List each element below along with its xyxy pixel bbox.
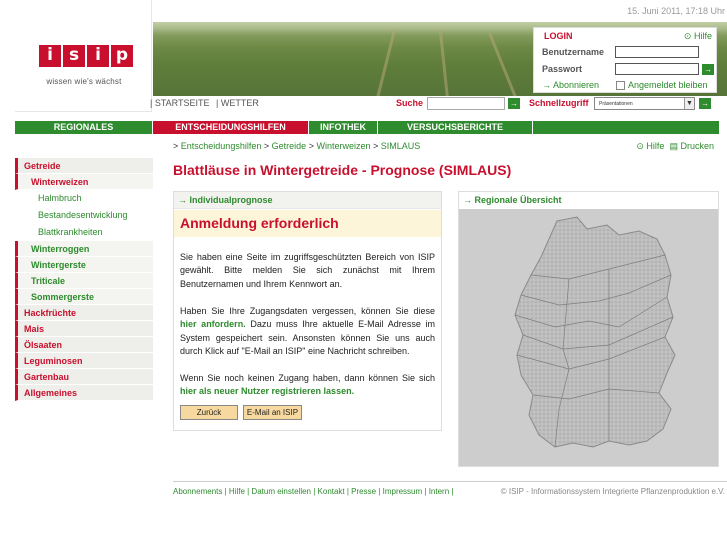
login-required-text: Sie haben eine Seite im zugriffsgeschütz… [180, 252, 435, 289]
sidebar-item-triticale[interactable]: Triticale [15, 273, 153, 289]
arrow-icon: → [463, 195, 472, 205]
checkbox-icon [616, 80, 625, 90]
logo-letter: i [39, 45, 61, 67]
startseite-link[interactable]: | STARTSEITE [150, 98, 210, 108]
login-box: LOGIN ⊙ Hilfe Benutzername Passwort → → … [533, 27, 717, 93]
login-submit-button[interactable]: → [702, 64, 714, 75]
sidebar-item-blattkrankheiten[interactable]: Blattkrankheiten [15, 224, 153, 241]
help-icon: ⊙ [683, 31, 692, 41]
search-label: Suche [396, 98, 424, 108]
nav-regionales[interactable]: REGIONALES [15, 121, 152, 134]
logo-letter: i [87, 45, 109, 67]
utility-links: ⊙ Hilfe ▤ Drucken [636, 141, 714, 152]
forgot-credentials-text: Haben Sie Ihre Zugangsdaten vergessen, k… [180, 306, 435, 356]
username-label: Benutzername [542, 47, 605, 57]
panel-title: Regionale Übersicht [474, 195, 562, 205]
footer-copyright: © ISIP - Informationssystem Integrierte … [500, 487, 725, 496]
arrow-icon: → [178, 195, 187, 205]
breadcrumb-item[interactable]: Winterweizen [316, 141, 370, 151]
login-help-link[interactable]: ⊙ Hilfe [684, 31, 712, 42]
current-date: 15. Juni 2011, 17:18 Uhr [627, 6, 725, 16]
help-link[interactable]: Hilfe [646, 141, 664, 151]
sidebar-item-winterroggen[interactable]: Winterroggen [15, 241, 153, 257]
sidebar-item-hackfruechte[interactable]: Hackfrüchte [15, 305, 153, 321]
panel-header: → Regionale Übersicht [459, 192, 718, 209]
login-help-label: Hilfe [693, 31, 712, 41]
sidebar: Getreide Winterweizen Halmbruch Bestande… [15, 158, 153, 401]
nav-empty [533, 121, 719, 134]
password-label: Passwort [542, 64, 583, 74]
nav-versuchsberichte[interactable]: VERSUCHSBERICHTE [378, 121, 532, 134]
sidebar-item-sommergerste[interactable]: Sommergerste [15, 289, 153, 305]
search-input[interactable] [427, 97, 505, 110]
wetter-link[interactable]: | WETTER [216, 98, 259, 108]
sidebar-item-mais[interactable]: Mais [15, 321, 153, 337]
regional-overview-panel: → Regionale Übersicht [458, 191, 719, 467]
chevron-down-icon: ▼ [684, 98, 694, 109]
breadcrumb: > Entscheidungshilfen > Getreide > Winte… [173, 141, 421, 151]
register-link[interactable]: hier als neuer Nutzer registrieren lasse… [180, 386, 354, 396]
remember-me-checkbox[interactable]: Angemeldet bleiben [616, 80, 708, 90]
sidebar-item-leguminosen[interactable]: Leguminosen [15, 353, 153, 369]
email-isip-button[interactable]: E-Mail an ISIP [243, 405, 302, 420]
back-button[interactable]: Zurück [180, 405, 238, 420]
germany-map[interactable] [459, 209, 718, 466]
nav-entscheidungshilfen[interactable]: ENTSCHEIDUNGSHILFEN [153, 121, 308, 134]
subscribe-label: Abonnieren [553, 80, 600, 90]
sidebar-item-wintergerste[interactable]: Wintergerste [15, 257, 153, 273]
remember-me-label: Angemeldet bleiben [628, 80, 708, 90]
quick-access-label: Schnellzugriff [529, 98, 589, 108]
panel-title: Individualprognose [189, 195, 273, 205]
logo-letter: p [111, 45, 133, 67]
nav-infothek[interactable]: INFOTHEK [309, 121, 377, 134]
request-credentials-link[interactable]: hier anfordern. [180, 319, 246, 329]
logo-letter: s [63, 45, 85, 67]
sidebar-item-getreide[interactable]: Getreide [15, 158, 153, 174]
help-icon: ⊙ [636, 141, 644, 151]
panel-header: → Individualprognose [174, 192, 441, 209]
username-input[interactable] [615, 46, 699, 58]
quick-access-go-button[interactable]: → [699, 98, 711, 109]
footer-divider [173, 481, 727, 482]
sidebar-item-gartenbau[interactable]: Gartenbau [15, 369, 153, 385]
password-input[interactable] [615, 63, 699, 75]
breadcrumb-item[interactable]: Entscheidungshilfen [181, 141, 262, 151]
footer-links[interactable]: Abonnements | Hilfe | Datum einstellen |… [173, 487, 453, 496]
quick-access-value: Präsentationen [599, 100, 633, 107]
logo-tagline: wissen wie's wächst [46, 77, 122, 86]
sidebar-item-allgemeines[interactable]: Allgemeines [15, 385, 153, 401]
register-text: Wenn Sie noch keinen Zugang haben, dann … [180, 373, 435, 397]
quick-access-select[interactable]: Präsentationen ▼ [594, 97, 695, 110]
search-go-button[interactable]: → [508, 98, 520, 109]
page-title: Blattläuse in Wintergetreide - Prognose … [173, 162, 512, 178]
print-icon: ▤ [666, 141, 678, 151]
top-links: | STARTSEITE | WETTER [150, 98, 263, 108]
alert-title: Anmeldung erforderlich [180, 215, 339, 231]
breadcrumb-item[interactable]: Getreide [272, 141, 307, 151]
breadcrumb-item[interactable]: SIMLAUS [381, 141, 421, 151]
sidebar-item-oelsaaten[interactable]: Ölsaaten [15, 337, 153, 353]
arrow-icon: → [542, 80, 551, 90]
sidebar-item-bestandesentwicklung[interactable]: Bestandesentwicklung [15, 207, 153, 224]
print-link[interactable]: Drucken [680, 141, 714, 151]
login-title: LOGIN [544, 31, 573, 41]
subscribe-link[interactable]: → Abonnieren [542, 80, 599, 90]
sidebar-item-winterweizen[interactable]: Winterweizen [15, 174, 153, 190]
sidebar-item-halmbruch[interactable]: Halmbruch [15, 190, 153, 207]
isip-logo[interactable]: i s i p [39, 45, 133, 67]
